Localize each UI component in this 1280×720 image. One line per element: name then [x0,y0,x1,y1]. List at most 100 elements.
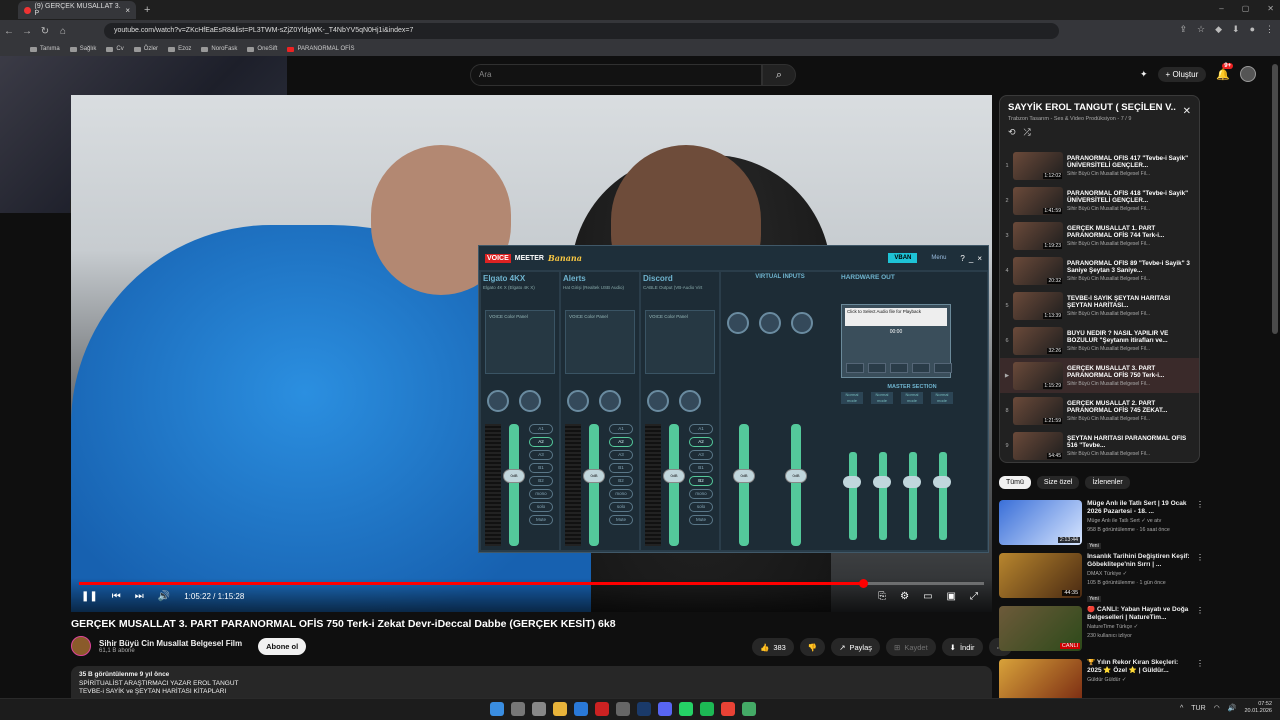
bus-fader[interactable]: Normal mode [841,392,863,542]
voicemeeter-menu[interactable]: Menu [921,255,956,261]
subscribe-button[interactable]: Abone ol [258,637,307,655]
download-button[interactable]: ⬇ İndir [941,638,983,656]
bookmark-item[interactable]: Sağlık [69,46,96,52]
bookmark-item[interactable]: NoroFask [201,46,237,52]
fader-knob[interactable]: 0dB [785,469,807,483]
settings-gear-icon[interactable]: ⚙ [900,591,909,602]
playlist-thumbnail[interactable]: 1:13:39 [1013,291,1063,320]
recommendation-channel[interactable]: Güldür Güldür ✓ [1087,677,1194,684]
previous-icon[interactable]: ⏮ [112,591,121,602]
playlist-item[interactable]: 8 1:21:59 GERÇEK MUSALLAT 2. PART PARANORM… [1000,393,1199,428]
playlist-item-title[interactable]: ŞEYTAN HARİTASI PARANORMAL OFİS 516 "Tev… [1067,435,1193,450]
chrome-icon[interactable] [721,702,735,716]
solo-button[interactable]: solo [529,502,553,512]
clock[interactable]: 07:52 20.01.2026 [1244,701,1272,715]
playlist-thumbnail[interactable]: 1:19:23 [1013,221,1063,250]
mute-button[interactable]: Mute [529,515,553,525]
menu-dots-icon[interactable]: ⋮ [1265,24,1274,35]
bus-fader-track[interactable] [879,452,887,540]
bus-fader[interactable]: Normal mode [931,392,953,542]
search-input[interactable]: Ara [470,64,762,86]
playlist-item-title[interactable]: GERÇEK MUSALLAT 1. PART PARANORMAL OFİS … [1067,225,1193,240]
strip-name[interactable]: Alerts [561,272,639,285]
playlist-item-title[interactable]: GERÇEK MUSALLAT 3. PART PARANORMAL OFİS … [1067,365,1193,380]
gate-knob[interactable] [519,390,541,412]
bus-fader-track[interactable] [939,452,947,540]
solo-button[interactable]: solo [689,502,713,512]
voicemeeter-minimize-icon[interactable]: _ [969,254,973,263]
language-indicator[interactable]: TUR [1191,705,1205,712]
volume-tray-icon[interactable]: 🔊 [1228,704,1237,712]
bookmark-item[interactable]: Özler [133,46,158,52]
recommendation-title[interactable]: İnsanlık Tarihini Değiştiren Keşif: Göbe… [1087,553,1194,569]
file-explorer-icon[interactable] [553,702,567,716]
bookmark-item[interactable]: Ezoz [168,46,191,52]
tape-display[interactable]: Click to Select Audio file for Playback [845,308,947,326]
new-tab-icon[interactable]: + [144,4,150,16]
wifi-icon[interactable]: ◠ [1214,704,1220,712]
recommendation-title[interactable]: Müge Anlı ile Tatlı Sert | 19 Ocak 2026 … [1087,500,1194,516]
bus-mode[interactable]: Normal mode [871,392,893,404]
next-icon[interactable]: ⏭ [135,591,144,602]
home-icon[interactable]: ⌂ [54,26,72,37]
share-button[interactable]: ↗ Paylaş [831,638,881,656]
search-button[interactable]: ⌕ [762,64,796,86]
fader-track[interactable] [589,424,599,546]
comp-knob[interactable] [647,390,669,412]
reload-icon[interactable]: ↻ [36,26,54,37]
rewind-button[interactable] [846,363,864,373]
playlist-item-title[interactable]: GERÇEK MUSALLAT 2. PART PARANORMAL OFİS … [1067,400,1193,415]
forward-icon[interactable]: → [18,26,36,37]
recommendation-thumbnail[interactable]: 44:35 [999,553,1083,598]
avatar[interactable] [1239,66,1256,82]
playlist-thumbnail[interactable]: 20:32 [1013,256,1063,285]
a1-button[interactable]: A1 [529,424,553,434]
chip-watched[interactable]: İzlenenler [1085,476,1130,489]
bookmark-item[interactable]: Cv [106,46,124,52]
a2-button[interactable]: A2 [609,437,633,447]
treble-knob[interactable] [791,312,813,334]
playlist-item-title[interactable]: PARANORMAL OFİS 417 "Tevbe-i Sayik" ÜNİV… [1067,155,1193,170]
dislike-button[interactable]: 👎 [799,638,826,656]
share-icon[interactable]: ⇪ [1179,24,1187,35]
playlist-item[interactable]: 9 54:45 ŞEYTAN HARİTASI PARANORMAL OFİS 51… [1000,428,1199,462]
playlist-item[interactable]: 1 1:12:02 PARANORMAL OFİS 417 "Tevbe-i Say… [1000,148,1199,183]
comp-knob[interactable] [567,390,589,412]
mono-button[interactable]: mono [689,489,713,499]
strip-name[interactable]: Discord [641,272,719,285]
recommendation-channel[interactable]: Müge Anlı ile Tatlı Sert ✓ ve atv [1087,518,1194,525]
strip-name[interactable]: Elgato 4KX [481,272,559,285]
maximize-icon[interactable]: ▢ [1242,4,1250,13]
recommendation-thumbnail[interactable]: CANLI [999,606,1083,651]
bus-fader-knob[interactable] [873,476,891,488]
intellipan[interactable]: VOICE Color Panel [485,310,555,374]
bus-fader[interactable]: Normal mode [871,392,893,542]
volume-icon[interactable]: 🔊 [158,591,170,602]
like-button[interactable]: 👍 383 [752,638,794,656]
mono-button[interactable]: mono [529,489,553,499]
b2-button[interactable]: B2 [529,476,553,486]
playlist-item[interactable]: ▶ 1:15:29 GERÇEK MUSALLAT 3. PART PARANORM… [1000,358,1199,393]
bus-mode[interactable]: Normal mode [901,392,923,404]
shuffle-icon[interactable]: ⤮ [1024,127,1031,138]
solo-button[interactable]: solo [609,502,633,512]
fader-knob[interactable]: 0dB [733,469,755,483]
mono-button[interactable]: mono [609,489,633,499]
bus-fader-track[interactable] [909,452,917,540]
close-playlist-icon[interactable]: ✕ [1183,106,1191,117]
more-options-icon[interactable]: ⋮ [1196,553,1204,598]
fader-track[interactable] [791,424,801,546]
fader-track[interactable] [669,424,679,546]
recommendation-title[interactable]: 🏆 Yılın Rekor Kıran Skeçleri: 2025 ⭐ Öze… [1087,659,1194,675]
recommendation-channel[interactable]: NatureTime Türkçe ✓ [1087,624,1194,631]
fader-knob[interactable]: 0dB [663,469,685,483]
b2-button[interactable]: B2 [609,476,633,486]
a2-button[interactable]: A2 [529,437,553,447]
progress-bar[interactable] [79,579,984,588]
intellipan[interactable]: VOICE Color Panel [645,310,715,374]
intellipan[interactable]: VOICE Color Panel [565,310,635,374]
a3-button[interactable]: A3 [689,450,713,460]
notifications-bell-icon[interactable]: 🔔 9+ [1216,62,1234,81]
recommendation-thumbnail[interactable]: 2:13:44 [999,500,1083,545]
playlist-item-title[interactable]: BÜYÜ NEDİR ? NASIL YAPILIR VE BOZULUR "Ş… [1067,330,1193,345]
